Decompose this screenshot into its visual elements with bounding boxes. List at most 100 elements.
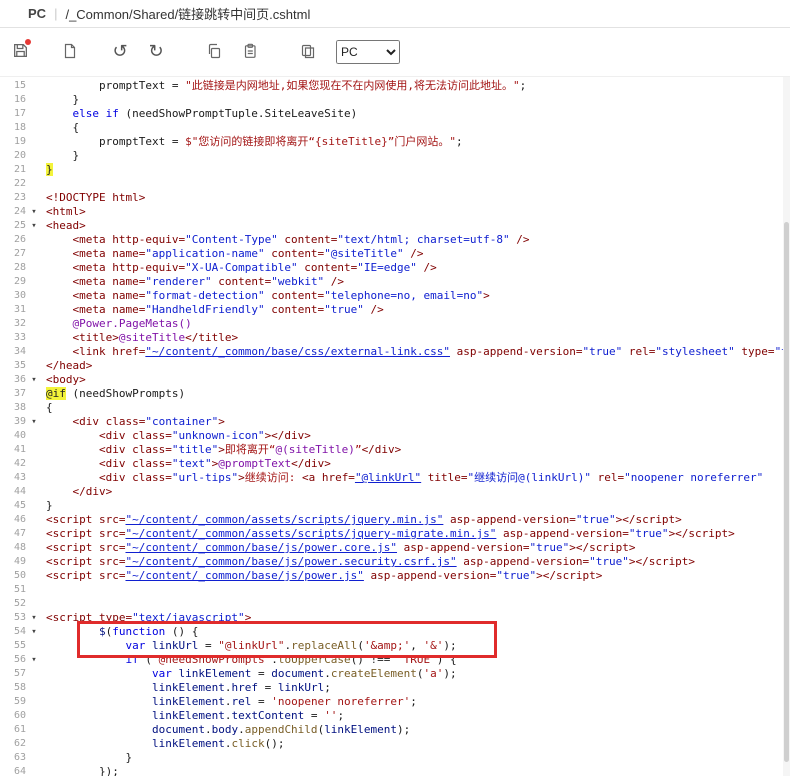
- code-line[interactable]: </div>: [42, 485, 790, 499]
- code-line[interactable]: <script src="~/content/_common/base/js/p…: [42, 541, 790, 555]
- code-segment: promptText =: [46, 135, 185, 148]
- code-line[interactable]: <div class="url-tips">继续访问: <a href="@li…: [42, 471, 790, 485]
- code-line[interactable]: <html>: [42, 205, 790, 219]
- code-line[interactable]: promptText = "此链接是内网地址,如果您现在不在内网使用,将无法访问…: [42, 79, 790, 93]
- code-segment: "X-UA-Compatible": [185, 261, 298, 274]
- new-file-button[interactable]: [56, 38, 84, 66]
- code-line[interactable]: <div class="unknown-icon"></div>: [42, 429, 790, 443]
- fold-spacer: [26, 233, 42, 247]
- code-line-row: 28 <meta http-equiv="X-UA-Compatible" co…: [0, 261, 790, 275]
- paste-button[interactable]: [236, 38, 264, 66]
- redo-button[interactable]: ↻: [142, 38, 170, 66]
- code-line[interactable]: <meta http-equiv="X-UA-Compatible" conte…: [42, 261, 790, 275]
- code-segment: "~/content/_common/assets/scripts/jquery…: [125, 513, 443, 526]
- code-line[interactable]: <meta http-equiv="Content-Type" content=…: [42, 233, 790, 247]
- code-line[interactable]: {: [42, 401, 790, 415]
- code-line[interactable]: linkElement.textContent = '';: [42, 709, 790, 723]
- code-segment: <head>: [46, 219, 86, 232]
- fold-arrow-icon[interactable]: ▾: [26, 653, 42, 667]
- fold-spacer: [26, 597, 42, 611]
- code-line[interactable]: linkElement.rel = 'noopener noreferrer';: [42, 695, 790, 709]
- code-line[interactable]: [42, 597, 790, 611]
- code-line[interactable]: var linkUrl = "@linkUrl".replaceAll('&am…: [42, 639, 790, 653]
- code-line[interactable]: [42, 177, 790, 191]
- code-line[interactable]: <meta name="format-detection" content="t…: [42, 289, 790, 303]
- fold-spacer: [26, 639, 42, 653]
- code-line[interactable]: <div class="title">即将离开“@(siteTitle)”</d…: [42, 443, 790, 457]
- code-segment: @Power.PageMetas(): [73, 317, 192, 330]
- undo-button[interactable]: ↺: [106, 38, 134, 66]
- code-line[interactable]: <head>: [42, 219, 790, 233]
- fold-arrow-icon[interactable]: ▾: [26, 219, 42, 233]
- code-segment: >: [218, 443, 225, 456]
- code-line[interactable]: @Power.PageMetas(): [42, 317, 790, 331]
- code-line[interactable]: }: [42, 93, 790, 107]
- code-segment: "~/content/_common/base/js/power.securit…: [125, 555, 456, 568]
- line-number: 38: [0, 401, 26, 415]
- mode-select[interactable]: PC: [336, 40, 400, 64]
- code-line[interactable]: }: [42, 163, 790, 177]
- undo-icon: ↺: [112, 43, 127, 61]
- code-segment: linkUrl: [278, 681, 324, 694]
- code-line[interactable]: promptText = $"您访问的链接即将离开“{siteTitle}”门户…: [42, 135, 790, 149]
- code-line[interactable]: <script src="~/content/_common/base/js/p…: [42, 555, 790, 569]
- duplicate-button[interactable]: [294, 38, 322, 66]
- code-line[interactable]: <body>: [42, 373, 790, 387]
- save-button[interactable]: [6, 38, 34, 66]
- copy-button[interactable]: [200, 38, 228, 66]
- code-line[interactable]: if ("@needShowPrompts".toUpperCase() !==…: [42, 653, 790, 667]
- code-line[interactable]: linkElement.href = linkUrl;: [42, 681, 790, 695]
- code-line[interactable]: linkElement.click();: [42, 737, 790, 751]
- code-line[interactable]: <script src="~/content/_common/base/js/p…: [42, 569, 790, 583]
- fold-arrow-icon[interactable]: ▾: [26, 625, 42, 639]
- code-segment: ></script>: [629, 555, 695, 568]
- code-line[interactable]: <meta name="application-name" content="@…: [42, 247, 790, 261]
- code-line[interactable]: <div class="container">: [42, 415, 790, 429]
- code-segment: <html>: [46, 205, 86, 218]
- code-line-row: 37@if (needShowPrompts): [0, 387, 790, 401]
- code-line[interactable]: }: [42, 149, 790, 163]
- code-segment: <a href=: [302, 471, 355, 484]
- fold-spacer: [26, 751, 42, 765]
- code-line[interactable]: });: [42, 765, 790, 776]
- code-line[interactable]: else if (needShowPromptTuple.SiteLeaveSi…: [42, 107, 790, 121]
- code-line[interactable]: <meta name="HandheldFriendly" content="t…: [42, 303, 790, 317]
- duplicate-icon: [300, 43, 316, 62]
- fold-arrow-icon[interactable]: ▾: [26, 205, 42, 219]
- code-segment: "Content-Type": [185, 233, 278, 246]
- fold-spacer: [26, 485, 42, 499]
- code-line[interactable]: <link href="~/content/_common/base/css/e…: [42, 345, 790, 359]
- code-line-row: 35</head>: [0, 359, 790, 373]
- save-icon: [12, 42, 29, 62]
- scrollbar-thumb[interactable]: [784, 222, 789, 762]
- fold-spacer: [26, 681, 42, 695]
- code-line[interactable]: var linkElement = document.createElement…: [42, 667, 790, 681]
- code-line[interactable]: <meta name="renderer" content="webkit" /…: [42, 275, 790, 289]
- fold-arrow-icon[interactable]: ▾: [26, 373, 42, 387]
- code-line[interactable]: [42, 583, 790, 597]
- code-line[interactable]: <!DOCTYPE html>: [42, 191, 790, 205]
- code-line[interactable]: <div class="text">@promptText</div>: [42, 457, 790, 471]
- code-line[interactable]: </head>: [42, 359, 790, 373]
- code-line[interactable]: }: [42, 499, 790, 513]
- code-line[interactable]: document.body.appendChild(linkElement);: [42, 723, 790, 737]
- code-line[interactable]: <title>@siteTitle</title>: [42, 331, 790, 345]
- code-line[interactable]: $(function () {: [42, 625, 790, 639]
- code-segment: </div>: [73, 485, 113, 498]
- code-line[interactable]: }: [42, 751, 790, 765]
- code-line[interactable]: <script src="~/content/_common/assets/sc…: [42, 527, 790, 541]
- code-line[interactable]: <script type="text/javascript">: [42, 611, 790, 625]
- code-line[interactable]: {: [42, 121, 790, 135]
- code-line[interactable]: @if (needShowPrompts): [42, 387, 790, 401]
- code-segment: [46, 247, 73, 260]
- code-segment: "true": [324, 303, 364, 316]
- code-segment: <title>: [73, 331, 119, 344]
- line-number: 42: [0, 457, 26, 471]
- fold-arrow-icon[interactable]: ▾: [26, 415, 42, 429]
- fold-arrow-icon[interactable]: ▾: [26, 611, 42, 625]
- vertical-scrollbar[interactable]: [783, 77, 790, 776]
- code-editor[interactable]: 15 promptText = "此链接是内网地址,如果您现在不在内网使用,将无…: [0, 77, 790, 776]
- code-segment: "format-detection": [145, 289, 264, 302]
- code-line[interactable]: <script src="~/content/_common/assets/sc…: [42, 513, 790, 527]
- fold-spacer: [26, 401, 42, 415]
